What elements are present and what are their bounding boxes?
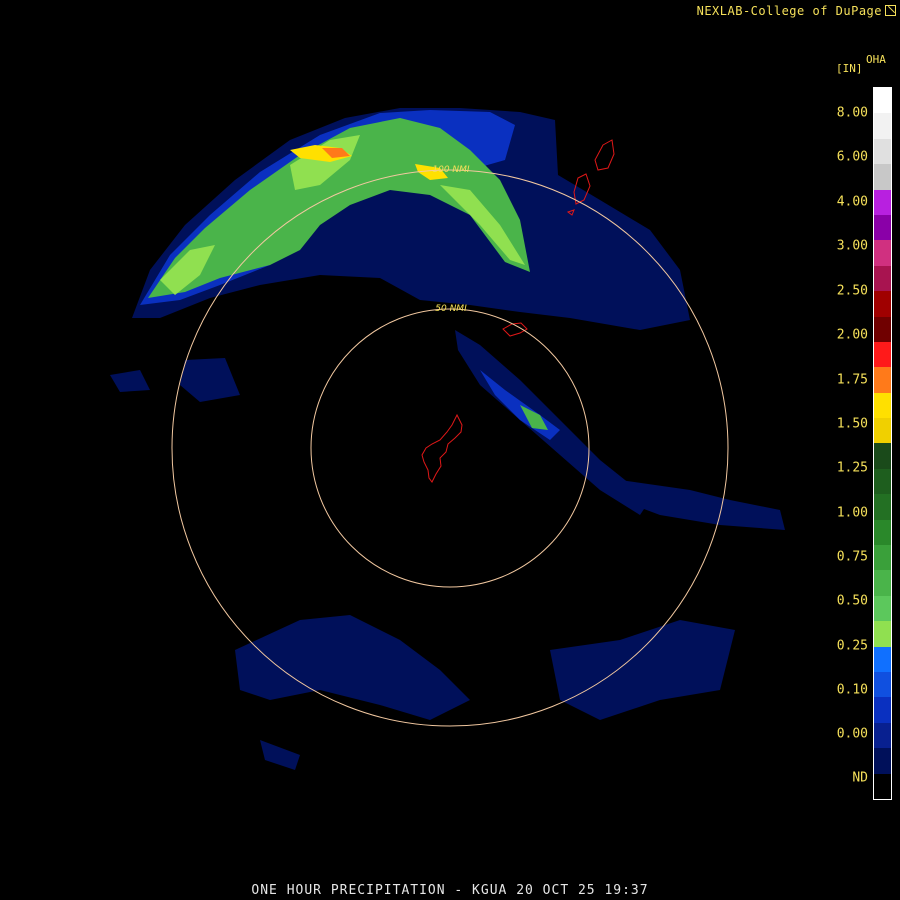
saipan-coastline (594, 139, 615, 171)
radar-map[interactable]: 50 NMI 100 NMI (0, 0, 860, 880)
legend-swatch (874, 88, 891, 114)
legend-swatch (874, 722, 891, 749)
legend-swatch (874, 443, 891, 469)
color-legend-bar (873, 87, 892, 800)
legend-swatch (874, 214, 891, 241)
guam-coastline (421, 413, 463, 483)
legend-swatch (874, 392, 891, 419)
legend-swatch (874, 671, 891, 698)
legend-swatch (874, 519, 891, 546)
legend-swatch (874, 595, 891, 622)
echo-west-2 (180, 358, 240, 402)
legend-swatch (874, 646, 891, 672)
precipitation-echoes (110, 108, 785, 770)
legend-swatch (874, 113, 891, 139)
legend-swatch (874, 367, 891, 393)
legend-swatch (874, 265, 891, 292)
product-footer: ONE HOUR PRECIPITATION - KGUA 20 OCT 25 … (251, 883, 649, 898)
echo-east-1 (620, 480, 785, 530)
echo-south-3 (260, 740, 300, 770)
legend-product: OHA (866, 53, 886, 66)
legend-swatch (874, 138, 891, 165)
legend-swatch (874, 240, 891, 266)
legend-swatch (874, 570, 891, 596)
legend-swatch (874, 316, 891, 342)
external-link-icon[interactable] (885, 5, 896, 16)
legend-swatch (874, 748, 891, 774)
echo-south-1 (235, 615, 470, 720)
echo-west-1 (110, 370, 150, 392)
legend-swatch (874, 189, 891, 215)
legend-swatch (874, 545, 891, 571)
range-ring-50nmi (310, 308, 590, 588)
legend-swatch (874, 341, 891, 368)
legend-swatch (874, 291, 891, 317)
ring-label-50nmi: 50 NMI (435, 304, 467, 314)
legend-swatch (874, 468, 891, 495)
legend-swatch (874, 697, 891, 723)
legend-swatch (874, 621, 891, 647)
legend-swatch (874, 164, 891, 190)
legend-swatch (874, 418, 891, 444)
ring-label-100nmi: 100 NMI (432, 165, 470, 175)
echo-south-2 (550, 620, 735, 720)
legend-swatch (874, 494, 891, 520)
legend-swatch (874, 773, 891, 799)
